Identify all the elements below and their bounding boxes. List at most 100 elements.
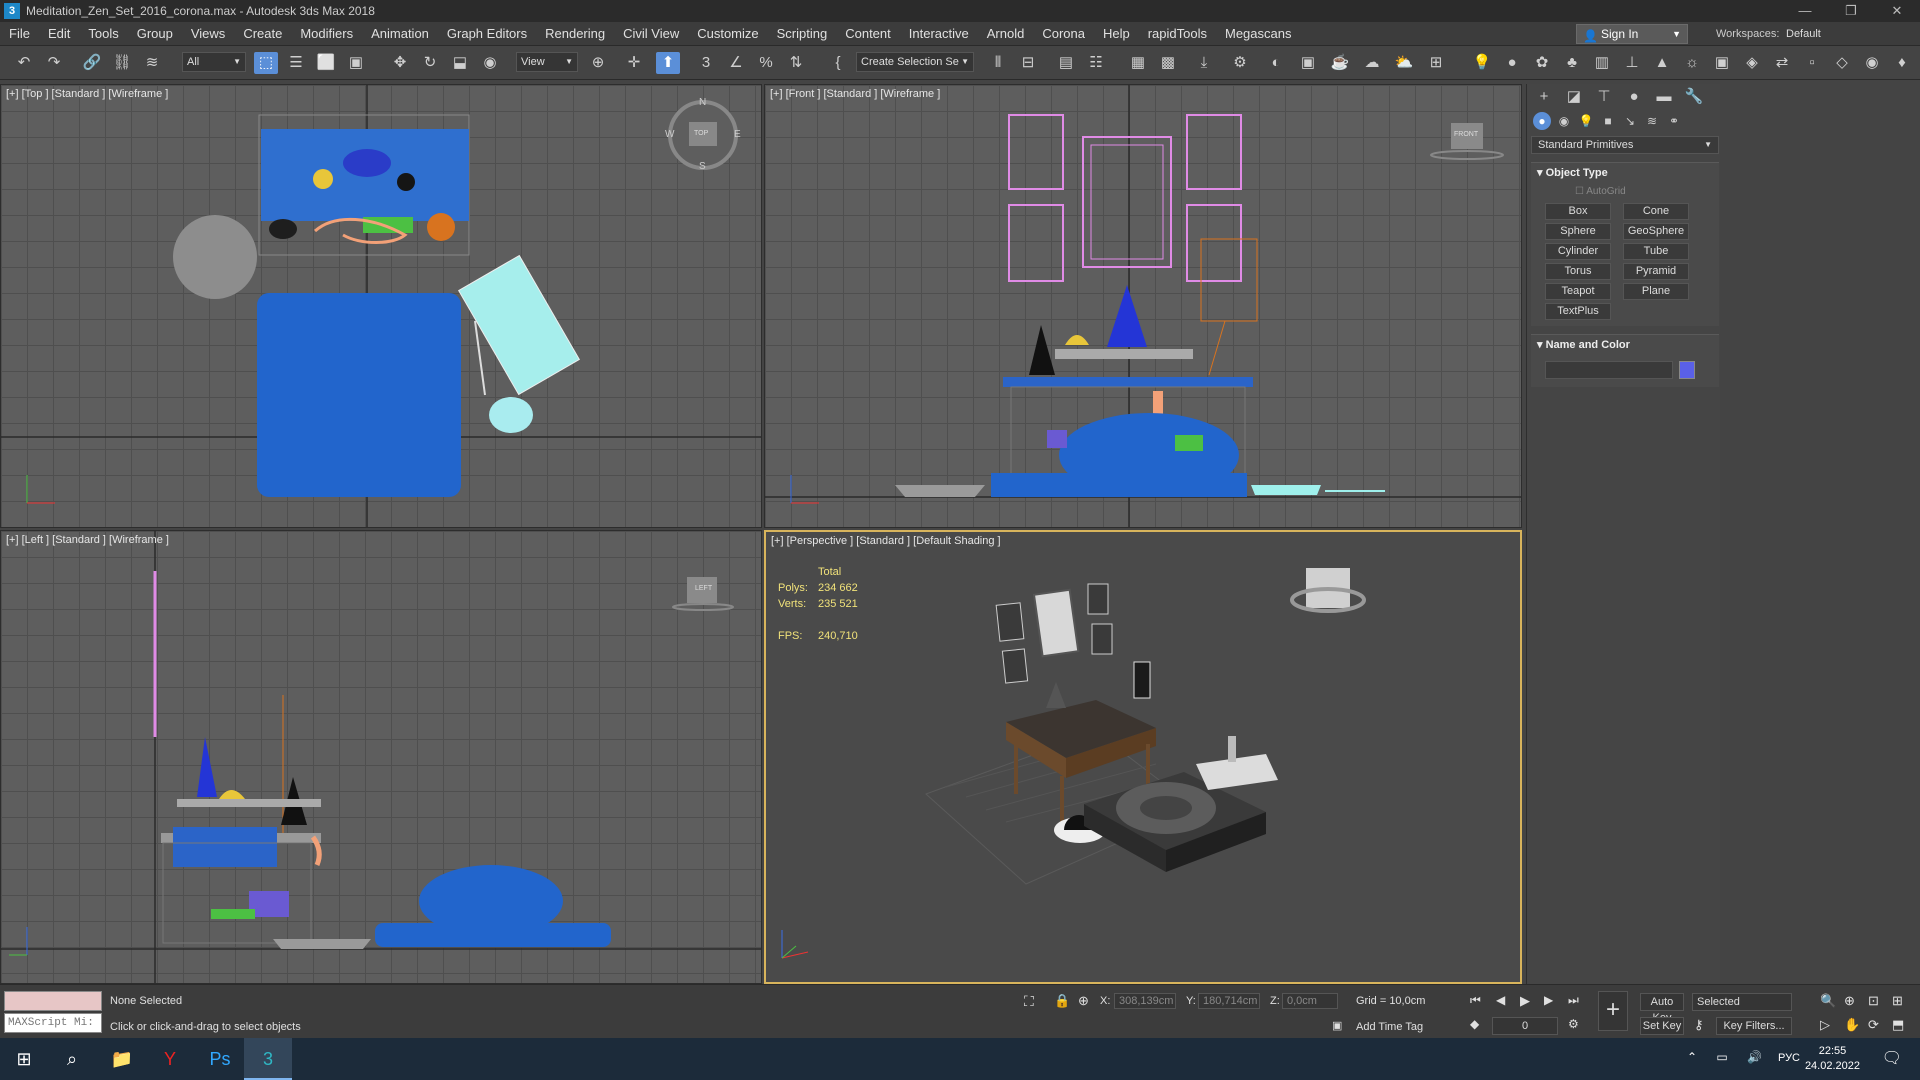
spacewarps-icon[interactable]: ≋ <box>1643 112 1661 130</box>
menu-create[interactable]: Create <box>234 22 291 46</box>
workspaces-dropdown[interactable]: Default <box>1782 24 1916 44</box>
lock-selection-icon[interactable]: 🔒 <box>1054 993 1070 1009</box>
undo-icon[interactable]: ↶ <box>12 52 36 74</box>
viewcube-top[interactable]: TOP <box>694 130 708 137</box>
render-icon[interactable]: ▣ <box>1296 52 1320 74</box>
scale-icon[interactable]: ⬓ <box>448 52 472 74</box>
maximize-viewport-icon[interactable]: ⬒ <box>1892 1017 1904 1033</box>
autogrid-checkbox[interactable]: ☐ AutoGrid <box>1531 183 1719 201</box>
restore-button[interactable]: ❐ <box>1828 0 1874 22</box>
pyramid-button[interactable]: Pyramid <box>1623 263 1689 280</box>
key-mode-dropdown[interactable]: Selected <box>1692 993 1792 1011</box>
viewport-label-left[interactable]: [+] [Left ] [Standard ] [Wireframe ] <box>6 534 169 546</box>
plane-button[interactable]: Plane <box>1623 283 1689 300</box>
menu-arnold[interactable]: Arnold <box>978 22 1034 46</box>
percent-snap-icon[interactable]: % <box>754 52 778 74</box>
menu-content[interactable]: Content <box>836 22 900 46</box>
object-color-swatch[interactable] <box>1679 361 1695 379</box>
menu-edit[interactable]: Edit <box>39 22 79 46</box>
utilities-tab-icon[interactable]: 🔧 <box>1683 87 1705 105</box>
edit-named-selection-icon[interactable]: { <box>826 52 850 74</box>
viewport-front[interactable]: [+] [Front ] [Standard ] [Wireframe ] FR… <box>764 84 1522 528</box>
keyboard-shortcut-override-icon[interactable]: ⬆ <box>656 52 680 74</box>
unlink-icon[interactable]: ⛓ <box>110 52 134 74</box>
geosphere-button[interactable]: GeoSphere <box>1623 223 1689 240</box>
orbit-icon[interactable]: ⟳ <box>1868 1017 1879 1033</box>
menu-animation[interactable]: Animation <box>362 22 438 46</box>
viewport-label-front[interactable]: [+] [Front ] [Standard ] [Wireframe ] <box>770 88 940 100</box>
menu-rapidtools[interactable]: rapidTools <box>1139 22 1216 46</box>
corona-eye-icon[interactable]: ◉ <box>1860 52 1884 74</box>
angle-snap-icon[interactable]: ∠ <box>724 52 748 74</box>
selection-region-icon[interactable]: ⬜ <box>314 52 338 74</box>
material-editor-icon[interactable]: ⤓ <box>1192 52 1216 74</box>
key-filters-button[interactable]: Key Filters... <box>1716 1017 1792 1035</box>
auto-key-button[interactable]: Auto Key <box>1640 993 1684 1024</box>
mirror-icon[interactable]: ⫴ <box>986 52 1010 74</box>
zoom-extents-icon[interactable]: ⊡ <box>1868 993 1879 1009</box>
rotate-icon[interactable]: ↻ <box>418 52 442 74</box>
select-by-name-icon[interactable]: ☰ <box>284 52 308 74</box>
redo-icon[interactable]: ↷ <box>42 52 66 74</box>
z-coordinate-field[interactable]: 0,0cm <box>1282 993 1338 1009</box>
curve-editor-icon[interactable]: ▦ <box>1126 52 1150 74</box>
schematic-view-icon[interactable]: ▩ <box>1156 52 1180 74</box>
time-config-icon[interactable]: ⚙ <box>1568 1017 1579 1031</box>
motion-tab-icon[interactable]: ● <box>1623 88 1645 105</box>
viewport-top[interactable]: [+] [Top ] [Standard ] [Wireframe ] N S … <box>0 84 762 528</box>
modify-tab-icon[interactable]: ◪ <box>1563 87 1585 105</box>
x-coordinate-field[interactable]: 308,139cm <box>1114 993 1176 1009</box>
cone-button[interactable]: Cone <box>1623 203 1689 220</box>
primitive-type-dropdown[interactable]: Standard Primitives ▼ <box>1531 136 1719 154</box>
menu-modifiers[interactable]: Modifiers <box>291 22 362 46</box>
scatter-icon[interactable]: ✿ <box>1530 52 1554 74</box>
selection-filter-dropdown[interactable]: All ▼ <box>182 52 246 72</box>
proxy-icon[interactable]: ♣ <box>1560 52 1584 74</box>
object-type-header[interactable]: ▾ Object Type <box>1531 163 1719 183</box>
viewcube-front[interactable]: FRONT <box>1454 131 1478 138</box>
textplus-button[interactable]: TextPlus <box>1545 303 1611 320</box>
name-color-header[interactable]: ▾ Name and Color <box>1531 335 1719 355</box>
key-filter-icon[interactable]: ⚷ <box>1694 1017 1704 1033</box>
corona-material-icon[interactable]: ⊥ <box>1620 52 1644 74</box>
set-key-big-icon[interactable]: + <box>1598 991 1628 1031</box>
yandex-browser-icon[interactable]: Y <box>146 1038 194 1080</box>
clock[interactable]: 22:55 24.02.2022 <box>1805 1044 1860 1074</box>
menu-interactive[interactable]: Interactive <box>900 22 978 46</box>
shapes-icon[interactable]: ◉ <box>1555 112 1573 130</box>
file-explorer-icon[interactable]: 📁 <box>98 1038 146 1080</box>
ref-coord-dropdown[interactable]: View ▼ <box>516 52 578 72</box>
system-tray-icons[interactable]: ⌃ ▭ 🔊 <box>1687 1050 1770 1064</box>
menu-civil-view[interactable]: Civil View <box>614 22 688 46</box>
menu-help[interactable]: Help <box>1094 22 1139 46</box>
menu-graph-editors[interactable]: Graph Editors <box>438 22 536 46</box>
menu-customize[interactable]: Customize <box>688 22 767 46</box>
helpers-icon[interactable]: ↘ <box>1621 112 1639 130</box>
box-button[interactable]: Box <box>1545 203 1611 220</box>
corona-sun-icon[interactable]: ☼ <box>1680 52 1704 74</box>
menu-group[interactable]: Group <box>128 22 182 46</box>
layer-explorer-icon[interactable]: ▤ <box>1054 52 1078 74</box>
sphere-button[interactable]: Sphere <box>1545 223 1611 240</box>
render-iterative-icon[interactable]: ☁ <box>1360 52 1384 74</box>
teapot-button[interactable]: Teapot <box>1545 283 1611 300</box>
spinner-snap-icon[interactable]: ⇅ <box>784 52 808 74</box>
corona-toolbar-icon[interactable]: ▥ <box>1590 52 1614 74</box>
align-icon[interactable]: ⊟ <box>1016 52 1040 74</box>
render-setup-icon[interactable]: ⚙ <box>1228 52 1252 74</box>
corona-decal-icon[interactable]: ◇ <box>1830 52 1854 74</box>
hierarchy-tab-icon[interactable]: ⊤ <box>1593 87 1615 105</box>
corona-camera-icon[interactable]: ▲ <box>1650 52 1674 74</box>
snaps-toggle-icon[interactable]: 3 <box>694 52 718 74</box>
minimize-button[interactable]: — <box>1782 0 1828 22</box>
next-frame-icon[interactable]: ▶ <box>1544 993 1553 1007</box>
create-tab-icon[interactable]: + <box>1533 88 1555 105</box>
key-mode-icon[interactable]: ◆ <box>1470 1017 1479 1031</box>
maxscript-listener-output[interactable] <box>4 991 102 1011</box>
move-icon[interactable]: ✥ <box>388 52 412 74</box>
search-icon[interactable]: ⌕ <box>48 1038 96 1080</box>
named-selection-dropdown[interactable]: Create Selection Se ▼ <box>856 52 974 72</box>
viewport-perspective[interactable]: [+] [Perspective ] [Standard ] [Default … <box>764 530 1522 984</box>
y-coordinate-field[interactable]: 180,714cm <box>1198 993 1260 1009</box>
go-to-start-icon[interactable]: ⏮ <box>1470 993 1481 1008</box>
